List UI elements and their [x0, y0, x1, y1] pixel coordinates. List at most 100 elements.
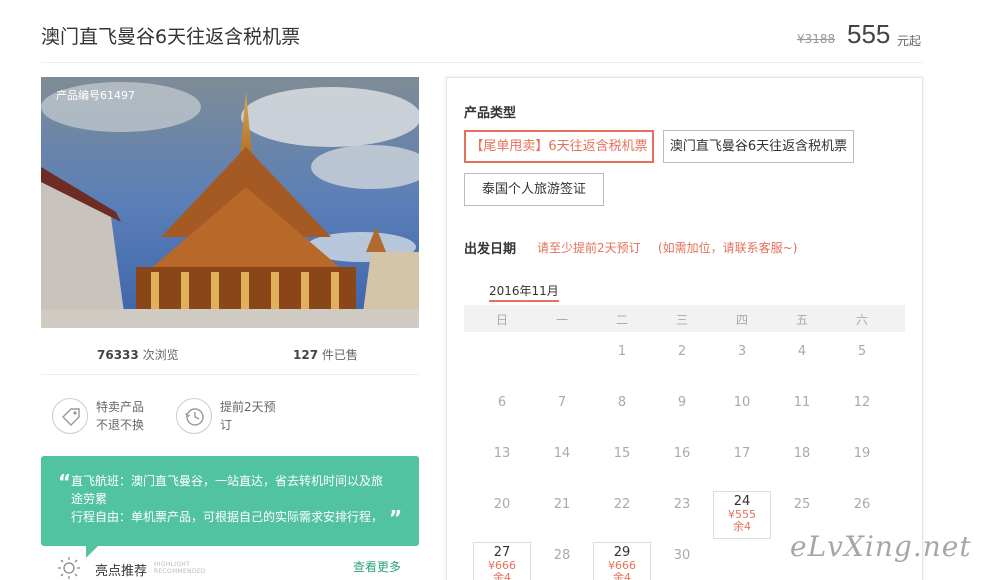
views-count: 76333: [97, 348, 139, 362]
day-number: 16: [673, 446, 691, 461]
calendar-day: 30: [653, 545, 711, 580]
advance-booking-hint: 请至少提前2天预订: [537, 241, 641, 255]
sold-count: 127: [293, 348, 319, 362]
highlight-title: 亮点推荐: [95, 564, 148, 579]
calendar-day: 21: [533, 494, 591, 542]
weekday-fri: 五: [795, 313, 808, 327]
option-last-minute-ticket[interactable]: 【尾单甩卖】6天往返含税机票: [464, 130, 654, 163]
view-more-link[interactable]: 查看更多: [353, 558, 401, 575]
calendar-day: 16: [653, 443, 711, 491]
quote-close-icon: ”: [389, 506, 403, 530]
calendar-day: 13: [473, 443, 531, 491]
calendar-day: 1: [593, 341, 651, 389]
day-number: 9: [677, 395, 687, 410]
day-remaining: 余4: [733, 520, 751, 533]
calendar-day: 15: [593, 443, 651, 491]
day-number: 5: [857, 344, 867, 359]
stats-divider: [41, 374, 419, 375]
day-number: 3: [737, 344, 747, 359]
day-number: 2: [677, 344, 687, 359]
day-number: 8: [617, 395, 627, 410]
calendar-day: 28: [533, 545, 591, 580]
quote-open-icon: “: [58, 470, 72, 494]
day-number: 21: [553, 497, 571, 512]
day-number: 26: [853, 497, 871, 512]
day-number: 1: [617, 344, 627, 359]
header-divider: [41, 62, 923, 63]
sun-icon: [58, 557, 80, 579]
day-number: 23: [673, 497, 691, 512]
day-number: 12: [853, 395, 871, 410]
calendar-day-available[interactable]: 27 ¥666 余4: [473, 542, 531, 580]
day-number: 14: [553, 446, 571, 461]
calendar-day: 10: [713, 392, 771, 440]
feature-advance-booking: 提前2天预 订: [220, 400, 276, 432]
tag-icon: [52, 398, 88, 434]
day-number: 29: [613, 545, 631, 560]
weekday-tue: 二: [615, 313, 628, 327]
day-number: 22: [613, 497, 631, 512]
page-title: 澳门直飞曼谷6天往返含税机票: [41, 26, 301, 48]
price-unit: 元起: [897, 34, 922, 48]
calendar-day: 8: [593, 392, 651, 440]
day-number: 6: [497, 395, 507, 410]
day-number: 18: [793, 446, 811, 461]
highlight-en-label: HIGHLIGHT RECOMMENDED: [154, 561, 206, 575]
day-number: 27: [493, 545, 511, 560]
day-number: 20: [493, 497, 511, 512]
calendar-day: 5: [833, 341, 891, 389]
calendar-day: 4: [773, 341, 831, 389]
calendar-day-available[interactable]: 29 ¥666 余4: [593, 542, 651, 580]
calendar-weekday-header: 日 一 二 三 四 五 六: [464, 305, 905, 332]
option-thailand-visa[interactable]: 泰国个人旅游签证: [464, 173, 604, 206]
calendar-day: 7: [533, 392, 591, 440]
day-number: 11: [793, 395, 811, 410]
calendar-day: 17: [713, 443, 771, 491]
month-tab-underline: [489, 300, 559, 302]
intro-line-1: 直飞航班：澳门直飞曼谷，一站直达，省去转机时间以及旅途劳累: [71, 474, 384, 506]
calendar-day: 2: [653, 341, 711, 389]
calendar-day: 3: [713, 341, 771, 389]
calendar-day: 6: [473, 392, 531, 440]
calendar-day: 18: [773, 443, 831, 491]
watermark: eLvXing.net: [790, 530, 972, 563]
weekday-thu: 四: [735, 313, 748, 327]
sold-label: 件已售: [321, 348, 358, 362]
day-remaining: 余4: [613, 571, 631, 580]
day-remaining: 余4: [493, 571, 511, 580]
calendar-month-tab[interactable]: 2016年11月: [489, 282, 559, 299]
day-number: 19: [853, 446, 871, 461]
original-price: ¥3188: [797, 32, 836, 46]
calendar-day: 19: [833, 443, 891, 491]
highlight-bar: 亮点推荐 HIGHLIGHT RECOMMENDED 查看更多: [57, 556, 419, 580]
weekday-sat: 六: [855, 313, 868, 327]
day-number: 17: [733, 446, 751, 461]
clock-history-icon: [176, 398, 212, 434]
views-label: 次浏览: [142, 348, 179, 362]
product-photo: [41, 77, 419, 328]
calendar-day-available[interactable]: 24 ¥555 余4: [713, 491, 771, 539]
contact-service-hint: (如需加位，请联系客服~): [658, 241, 798, 255]
calendar-day: 12: [833, 392, 891, 440]
option-direct-flight-ticket[interactable]: 澳门直飞曼谷6天往返含税机票: [663, 130, 854, 163]
day-number: 30: [673, 548, 691, 563]
weekday-sun: 日: [495, 313, 508, 327]
feature-special-sale: 特卖产品 不退不换: [96, 400, 145, 432]
departure-date-label: 出发日期: [464, 242, 517, 257]
calendar-day: 20: [473, 494, 531, 542]
day-number: 25: [793, 497, 811, 512]
intro-line-2: 行程自由：单机票产品，可根据自己的实际需求安排行程，: [71, 510, 384, 524]
day-number: 7: [557, 395, 567, 410]
calendar-day: 14: [533, 443, 591, 491]
day-number: 13: [493, 446, 511, 461]
current-price: 555: [847, 19, 891, 49]
calendar-day: 11: [773, 392, 831, 440]
views-stat: 76333 次浏览: [97, 346, 179, 363]
calendar-day: 22: [593, 494, 651, 542]
product-code: 产品编号61497: [56, 89, 135, 102]
weekday-wed: 三: [675, 313, 688, 327]
product-stats: 76333 次浏览 127 件已售: [41, 346, 419, 362]
calendar-day: 23: [653, 494, 711, 542]
calendar-day: 9: [653, 392, 711, 440]
day-number: 24: [733, 494, 751, 509]
